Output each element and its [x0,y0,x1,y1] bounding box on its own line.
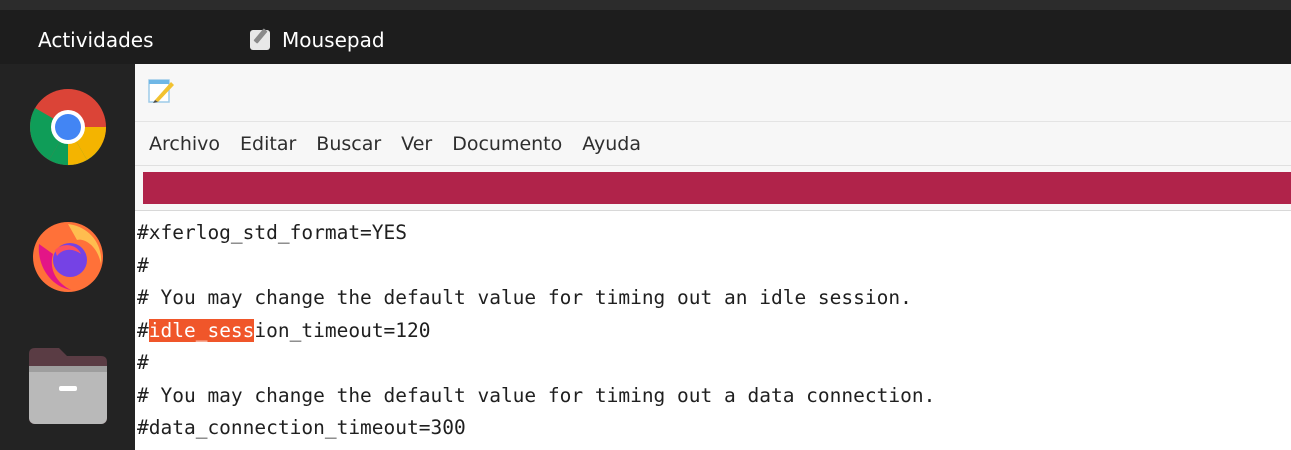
chrome-icon [29,89,107,166]
dock [0,64,135,450]
dock-item-firefox[interactable] [27,214,109,296]
text-editor[interactable]: #xferlog_std_format=YES # # You may chan… [135,212,1291,450]
title-bar [135,64,1291,122]
menu-documento[interactable]: Documento [452,132,562,156]
menu-ver[interactable]: Ver [401,132,432,156]
menu-ayuda[interactable]: Ayuda [582,132,641,156]
top-bar: Actividades Mousepad [0,0,1291,64]
line-prefix: # [137,318,149,342]
search-bar-area [135,166,1291,211]
menu-buscar[interactable]: Buscar [316,132,381,156]
editor-line[interactable]: # [137,347,1291,380]
editor-line[interactable]: # You may change the default value for t… [137,380,1291,413]
menu-editar[interactable]: Editar [240,132,296,156]
mousepad-window: Archivo Editar Buscar Ver Documento Ayud… [135,64,1291,450]
search-bar[interactable] [143,172,1291,204]
top-strip [0,0,1291,10]
menu-bar: Archivo Editar Buscar Ver Documento Ayud… [135,122,1291,166]
line-suffix: ion_timeout=120 [254,318,431,342]
firefox-icon [33,222,103,292]
app-menu-label: Mousepad [282,28,385,52]
notepad-icon [148,79,174,103]
editor-line[interactable]: # [137,250,1291,283]
app-menu-button[interactable]: Mousepad [250,27,385,53]
activities-button[interactable]: Actividades [38,27,154,53]
mousepad-icon [250,30,270,50]
editor-line[interactable]: #data_connection_timeout=300 [137,412,1291,445]
editor-line[interactable]: #xferlog_std_format=YES [137,217,1291,250]
dock-item-files[interactable] [27,344,109,426]
editor-line[interactable]: # You may change the default value for t… [137,282,1291,315]
folder-icon [29,348,107,424]
menu-archivo[interactable]: Archivo [149,132,220,156]
dock-item-chrome[interactable] [27,86,109,168]
editor-line-highlighted[interactable]: #idle_session_timeout=120 [137,315,1291,348]
search-match-highlight: idle_sess [148,318,255,342]
